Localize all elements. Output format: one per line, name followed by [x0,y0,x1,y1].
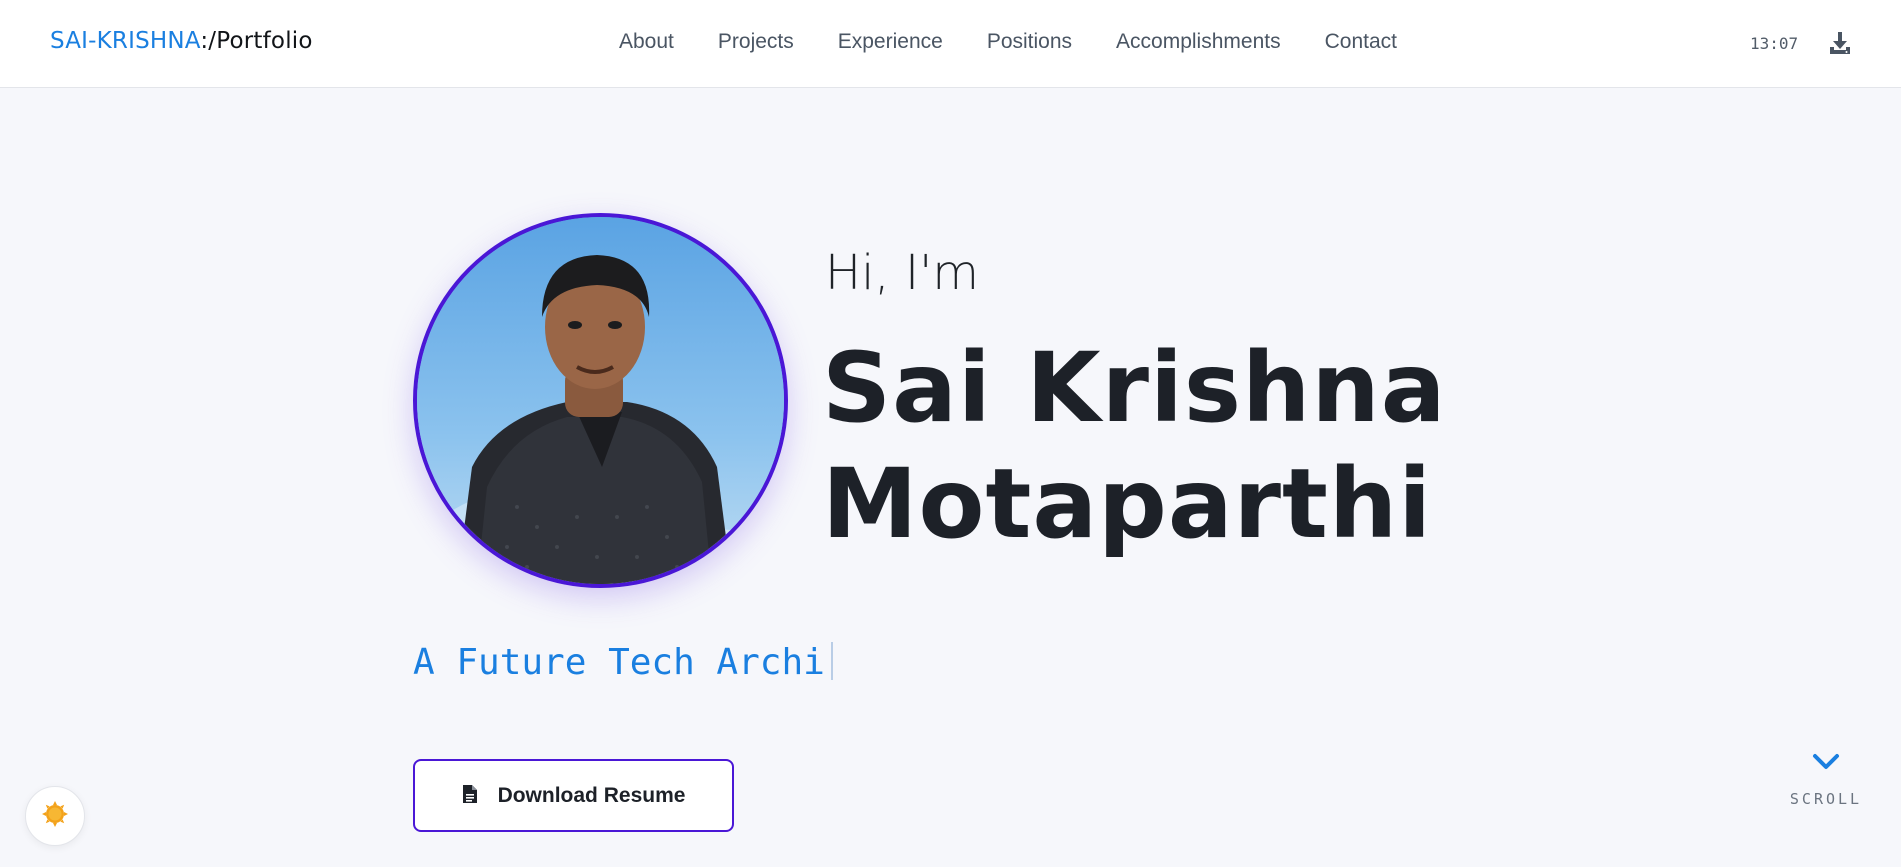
theme-toggle-button[interactable] [25,786,85,846]
hero-greeting: Hi, I'm [825,245,980,301]
hero-name: Sai Krishna Motaparthi [822,330,1447,562]
download-icon[interactable] [1828,30,1852,56]
sun-icon [41,800,69,832]
download-resume-label: Download Resume [497,783,686,807]
typing-caret [830,642,833,680]
nav-link-positions[interactable]: Positions [987,30,1072,54]
brand-logo[interactable]: SAI-KRISHNA:/Portfolio [50,28,313,54]
profile-photo [413,213,788,588]
nav-link-about[interactable]: About [619,30,674,54]
nav-link-projects[interactable]: Projects [718,30,794,54]
hero-tagline: A Future Tech Archi [413,642,833,683]
hero-first-name: Sai Krishna [822,332,1447,444]
hero-last-name: Motaparthi [822,448,1433,560]
nav-link-accomplishments[interactable]: Accomplishments [1116,30,1281,54]
nav-links: About Projects Experience Positions Acco… [619,30,1397,54]
clock: 13:07 [1750,34,1799,53]
download-resume-button[interactable]: Download Resume [413,759,734,832]
scroll-indicator[interactable]: SCROLL [1786,752,1866,808]
nav-link-contact[interactable]: Contact [1325,30,1397,54]
nav-link-experience[interactable]: Experience [838,30,943,54]
tagline-text: A Future Tech Archi [413,642,825,683]
chevron-down-icon [1811,754,1841,776]
brand-name: SAI-KRISHNA [50,28,201,54]
brand-suffix: :/Portfolio [200,28,313,54]
navbar: SAI-KRISHNA:/Portfolio About Projects Ex… [0,0,1901,88]
file-icon [462,784,478,808]
scroll-label: SCROLL [1789,790,1863,808]
